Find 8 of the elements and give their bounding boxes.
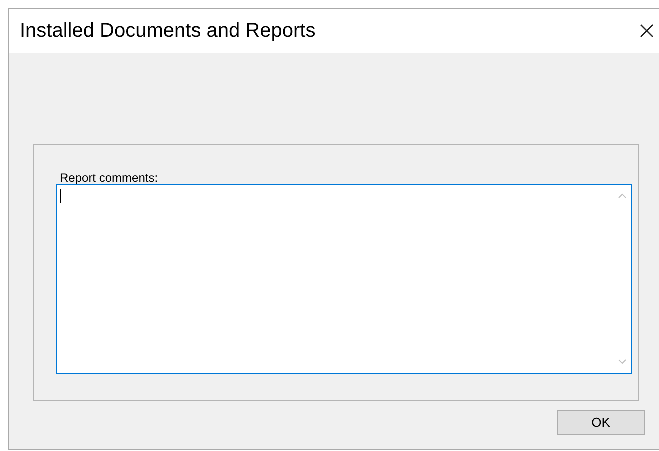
window-title: Installed Documents and Reports (20, 19, 316, 44)
text-cursor (60, 189, 61, 203)
close-icon (640, 24, 654, 38)
scroll-up-icon (618, 193, 627, 199)
ok-button[interactable]: OK (557, 410, 645, 435)
field-label: Report comments: (60, 171, 160, 185)
comments-field[interactable] (56, 184, 632, 374)
scroll-down-icon (618, 359, 627, 365)
